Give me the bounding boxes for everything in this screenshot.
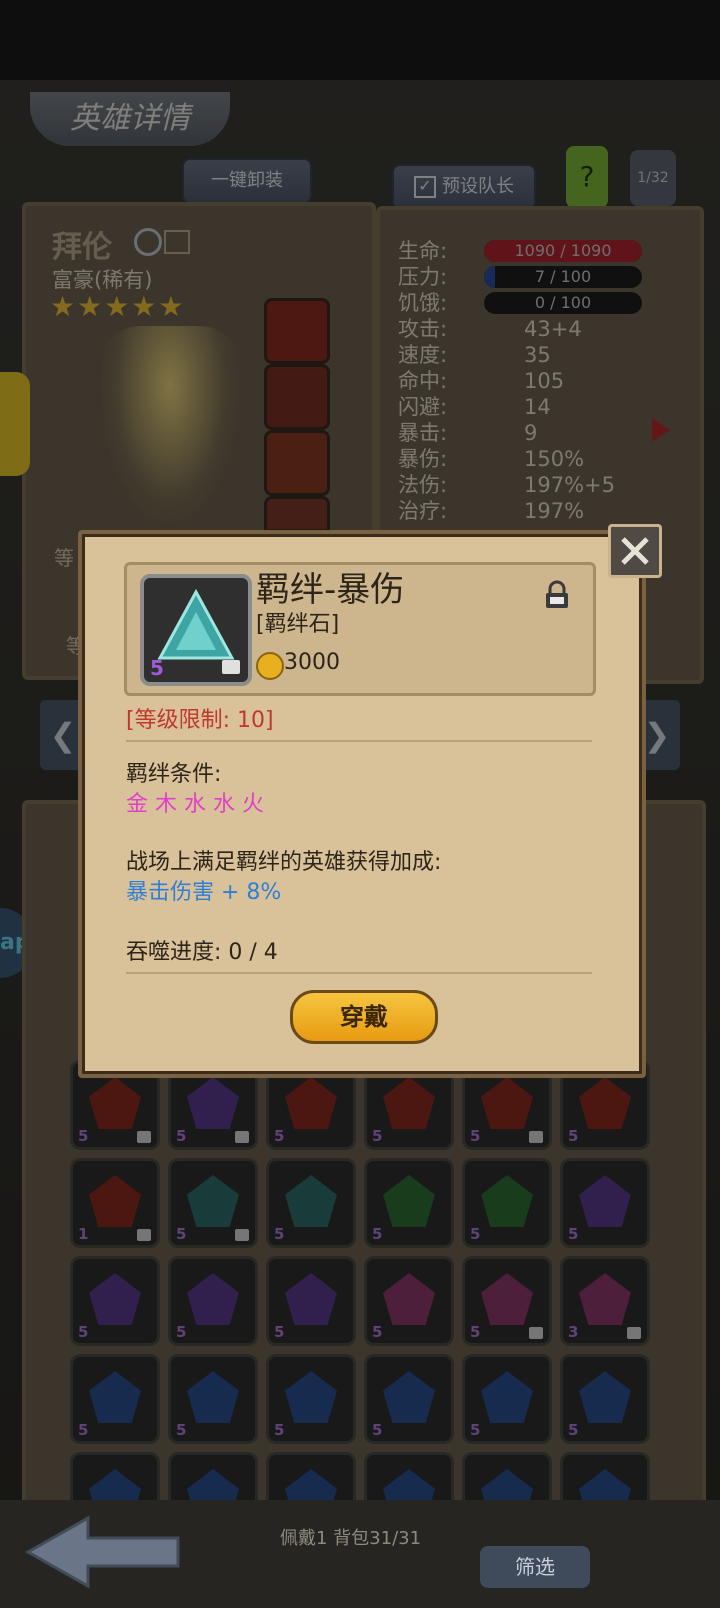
bond-condition-label: 羁绊条件: xyxy=(126,762,222,787)
status-bar-area xyxy=(0,0,720,80)
back-button[interactable] xyxy=(18,1510,198,1594)
devour-progress: 吞噬进度: 0 / 4 xyxy=(126,940,278,965)
close-icon xyxy=(621,537,649,565)
item-lock-toggle[interactable] xyxy=(542,580,572,610)
divider xyxy=(126,740,592,742)
item-type: [羁绊石] xyxy=(256,612,340,637)
bonus-label: 战场上满足羁绊的英雄获得加成: xyxy=(126,850,442,875)
item-icon: 5 xyxy=(140,574,252,686)
item-lock-icon xyxy=(222,660,240,674)
coin-icon xyxy=(256,652,284,680)
bond-condition-value: 金 木 水 水 火 xyxy=(126,792,264,817)
back-arrow-icon xyxy=(24,1515,180,1589)
item-name: 羁绊-暴伤 xyxy=(256,570,405,610)
lock-icon xyxy=(546,580,568,608)
bonus-value: 暴击伤害 + 8% xyxy=(126,880,282,905)
divider xyxy=(126,972,592,974)
level-limit: [等级限制: 10] xyxy=(126,708,274,733)
wear-button[interactable]: 穿戴 xyxy=(290,990,438,1044)
item-price: 3000 xyxy=(284,650,340,675)
bag-status: 佩戴1 背包31/31 xyxy=(280,1528,422,1549)
close-dialog-button[interactable] xyxy=(608,524,662,578)
filter-button[interactable]: 筛选 xyxy=(480,1546,590,1588)
item-level-badge: 5 xyxy=(150,656,164,680)
